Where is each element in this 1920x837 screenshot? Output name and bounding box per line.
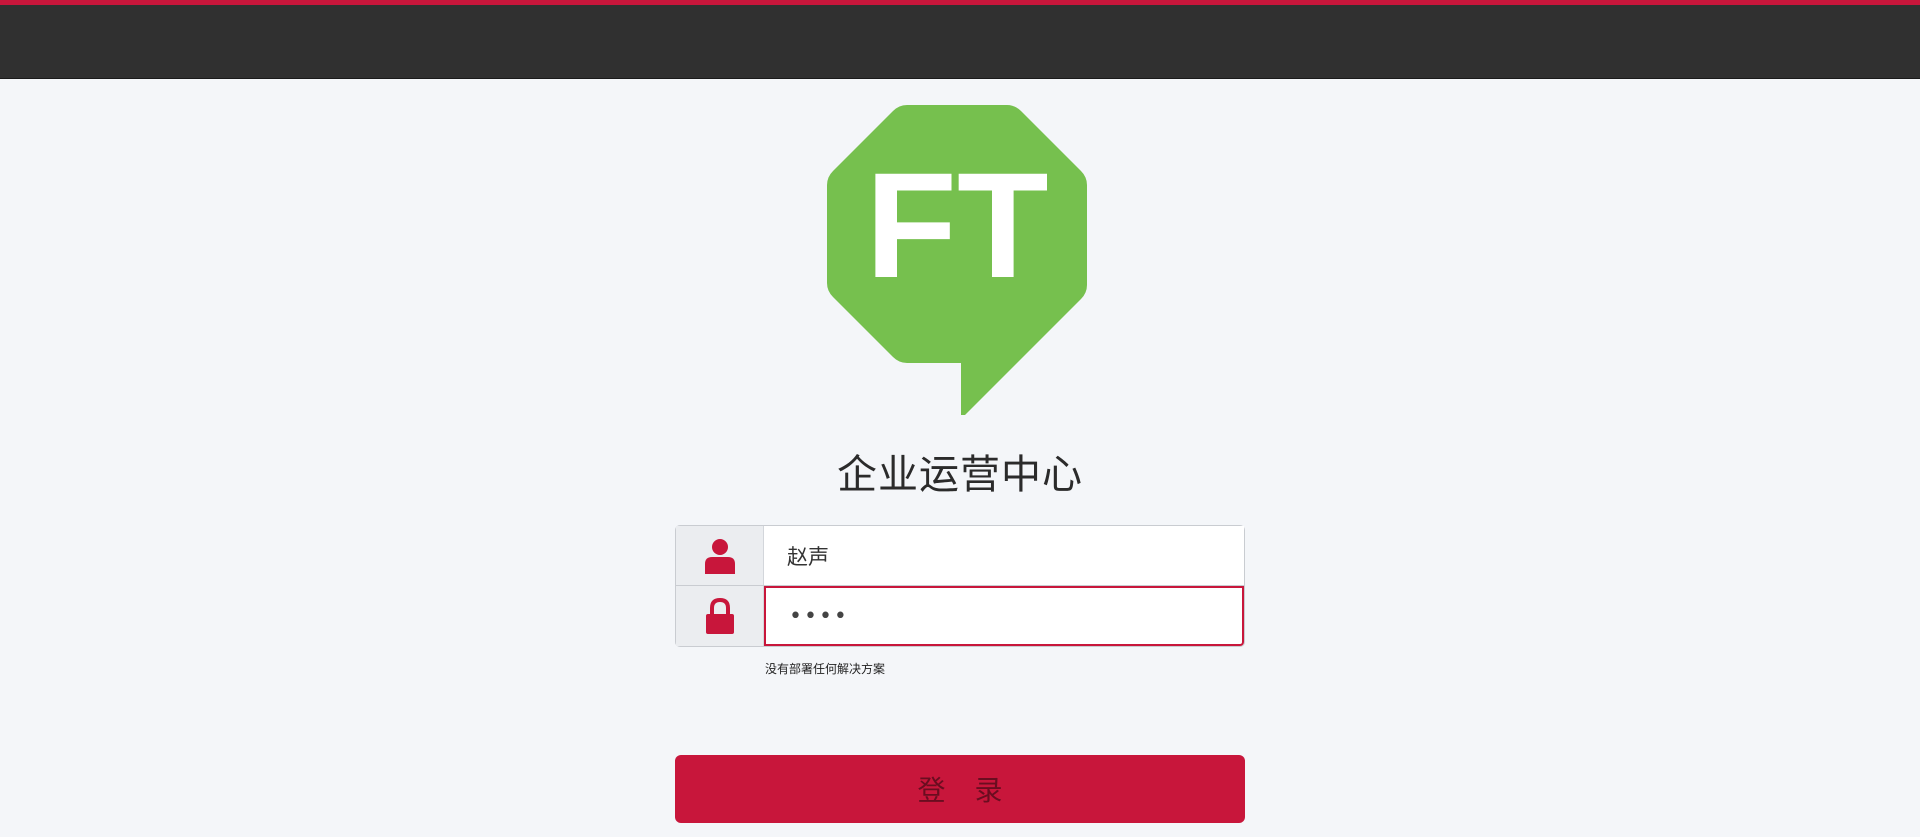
password-row bbox=[675, 586, 1245, 647]
username-input[interactable] bbox=[764, 526, 1244, 585]
password-input[interactable] bbox=[764, 586, 1244, 646]
user-icon bbox=[676, 526, 764, 585]
top-navigation-bar bbox=[0, 5, 1920, 79]
logo-text: FT bbox=[865, 141, 1048, 309]
status-message: 没有部署任何解决方案 bbox=[765, 662, 886, 676]
ft-logo: FT bbox=[827, 105, 1087, 419]
app-title: 企业运营中心 bbox=[837, 452, 1083, 498]
username-row bbox=[675, 525, 1245, 586]
login-button[interactable]: 登 录 bbox=[675, 755, 1245, 823]
lock-icon bbox=[676, 586, 764, 646]
login-form bbox=[675, 525, 1245, 647]
